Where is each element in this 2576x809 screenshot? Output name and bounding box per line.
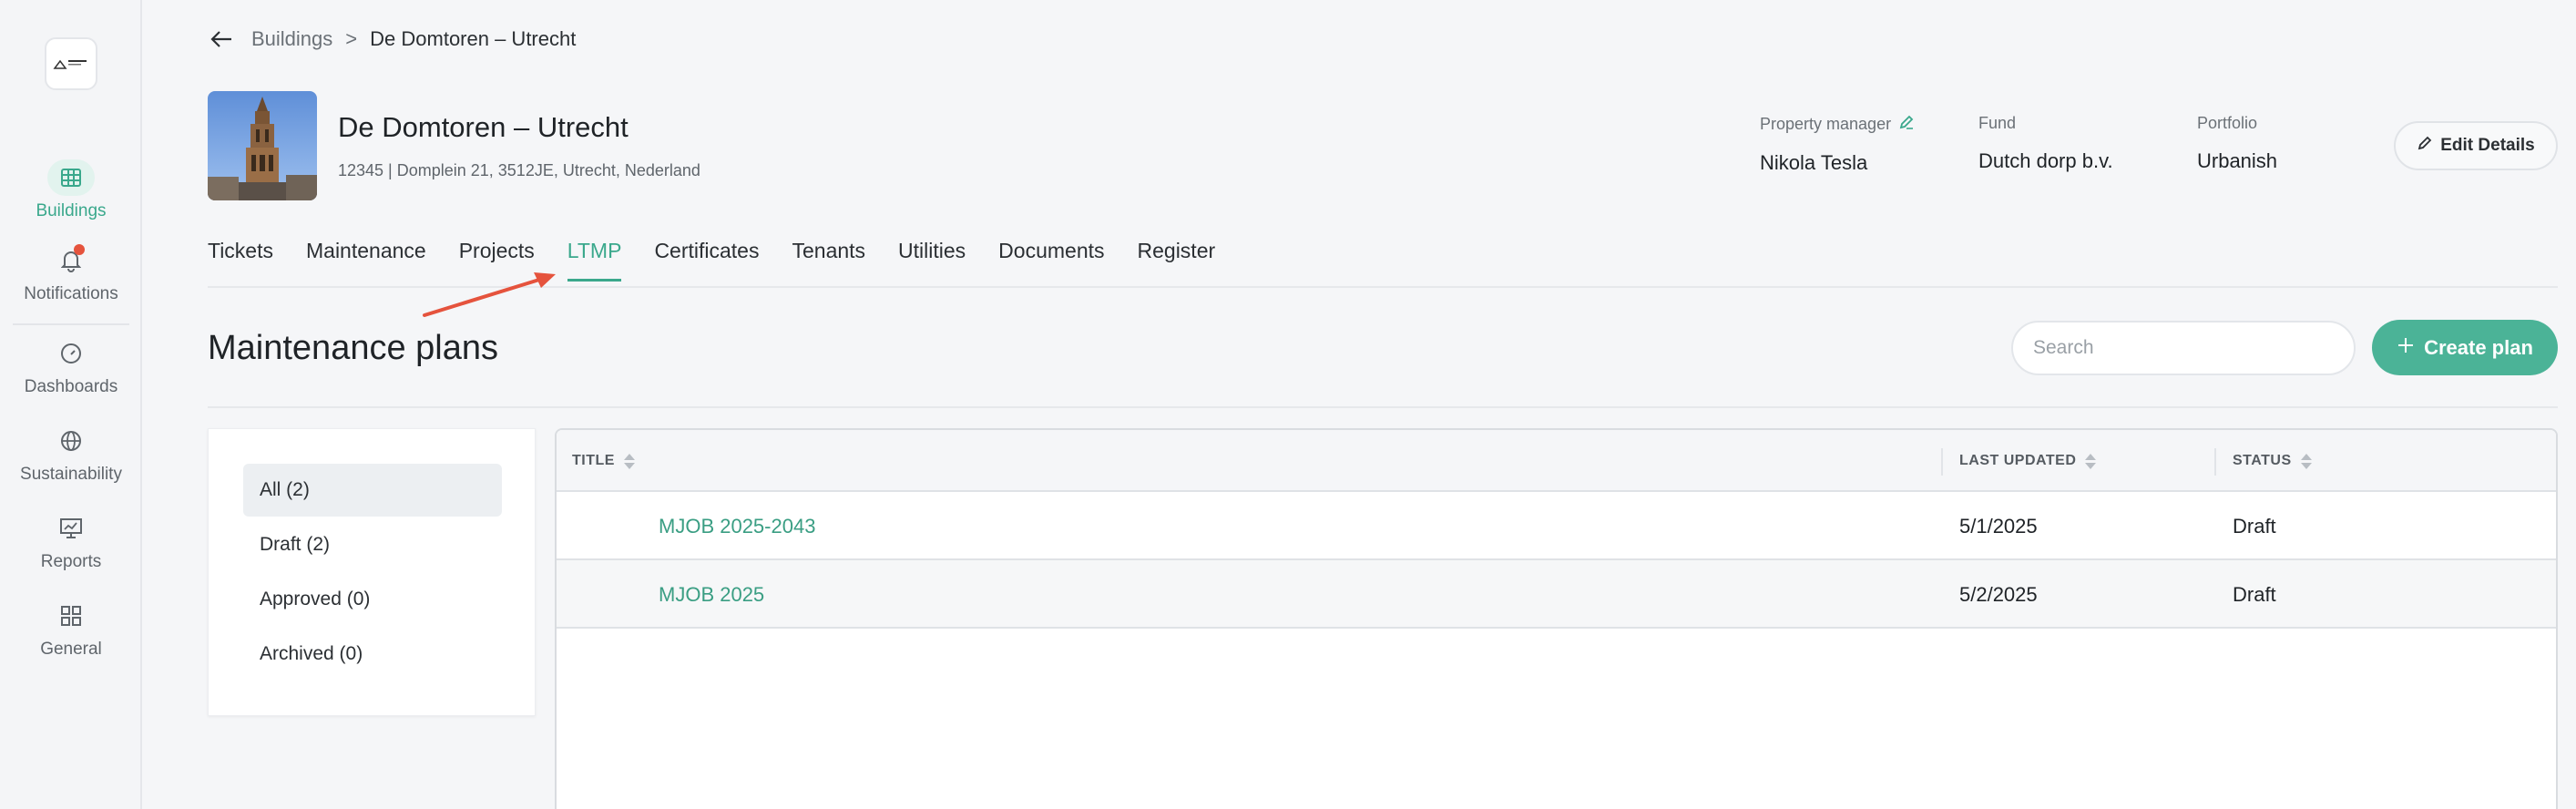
column-header-last-updated[interactable]: LAST UPDATED bbox=[1959, 430, 2097, 492]
plan-last-updated: 5/2/2025 bbox=[1959, 582, 2038, 606]
annotation-arrow-icon bbox=[423, 272, 556, 317]
plus-icon bbox=[2397, 336, 2415, 360]
tab-register[interactable]: Register bbox=[1138, 239, 1216, 282]
table-row[interactable]: MJOB 2025-2043 5/1/2025 Draft bbox=[557, 492, 2556, 560]
plan-status: Draft bbox=[2233, 514, 2276, 538]
column-header-title[interactable]: TITLE bbox=[572, 430, 635, 492]
tab-maintenance[interactable]: Maintenance bbox=[306, 239, 426, 282]
tab-documents[interactable]: Documents bbox=[998, 239, 1104, 282]
sort-icon bbox=[2085, 453, 2097, 469]
sidebar-item-label: Sustainability bbox=[20, 465, 122, 484]
sidebar: Buildings Notifications Dashboards Susta… bbox=[0, 0, 142, 809]
building-tabs: Tickets Maintenance Projects LTMP Certif… bbox=[208, 239, 1248, 282]
sidebar-item-label: Reports bbox=[40, 552, 102, 571]
property-manager-value: Nikola Tesla bbox=[1760, 151, 1868, 174]
plan-title-link[interactable]: MJOB 2025 bbox=[659, 560, 764, 629]
column-header-status[interactable]: STATUS bbox=[2233, 430, 2312, 492]
section-divider bbox=[208, 406, 2558, 408]
table-row[interactable]: MJOB 2025 5/2/2025 Draft bbox=[557, 560, 2556, 629]
bell-icon bbox=[47, 242, 95, 279]
portfolio-label: Portfolio bbox=[2197, 114, 2258, 132]
sidebar-item-dashboards[interactable]: Dashboards bbox=[0, 335, 142, 397]
sidebar-item-notifications[interactable]: Notifications bbox=[0, 242, 142, 304]
pencil-icon bbox=[2417, 135, 2433, 157]
sidebar-item-label: Buildings bbox=[36, 201, 107, 220]
create-plan-label: Create plan bbox=[2424, 335, 2533, 359]
plan-status: Draft bbox=[2233, 582, 2276, 606]
tab-ltmp[interactable]: LTMP bbox=[567, 239, 621, 282]
tab-tickets[interactable]: Tickets bbox=[208, 239, 273, 282]
fund-value: Dutch dorp b.v. bbox=[1978, 149, 2113, 172]
property-manager-field: Property manager Nikola Tesla bbox=[1760, 114, 1915, 175]
sidebar-item-sustainability[interactable]: Sustainability bbox=[0, 423, 142, 485]
building-image bbox=[208, 91, 317, 200]
fund-label: Fund bbox=[1978, 114, 2017, 132]
tab-utilities[interactable]: Utilities bbox=[898, 239, 966, 282]
filter-all[interactable]: All (2) bbox=[243, 464, 502, 517]
back-arrow-icon[interactable] bbox=[208, 26, 235, 53]
tab-tenants[interactable]: Tenants bbox=[792, 239, 865, 282]
search-input[interactable] bbox=[2011, 321, 2356, 375]
sidebar-item-buildings[interactable]: Buildings bbox=[0, 159, 142, 221]
breadcrumb-separator: > bbox=[345, 27, 358, 50]
column-label: LAST UPDATED bbox=[1959, 453, 2077, 468]
column-label: STATUS bbox=[2233, 453, 2292, 468]
portfolio-value: Urbanish bbox=[2197, 149, 2278, 172]
edit-details-button[interactable]: Edit Details bbox=[2394, 121, 2558, 170]
portfolio-field: Portfolio Urbanish bbox=[2197, 114, 2277, 173]
breadcrumb-current: De Domtoren – Utrecht bbox=[370, 27, 577, 50]
breadcrumb: Buildings > De Domtoren – Utrecht bbox=[208, 26, 576, 53]
presentation-icon bbox=[47, 510, 95, 547]
tab-certificates[interactable]: Certificates bbox=[654, 239, 759, 282]
pencil-icon[interactable] bbox=[1898, 114, 1915, 135]
column-divider[interactable] bbox=[2214, 448, 2216, 476]
status-filter-panel: All (2) Draft (2) Approved (0) Archived … bbox=[208, 428, 536, 716]
column-divider[interactable] bbox=[1941, 448, 1943, 476]
sidebar-item-label: General bbox=[40, 640, 102, 659]
table-header: TITLE LAST UPDATED STATUS bbox=[557, 430, 2556, 492]
sidebar-item-label: Dashboards bbox=[24, 377, 118, 396]
filter-archived[interactable]: Archived (0) bbox=[243, 628, 502, 681]
section-title: Maintenance plans bbox=[208, 329, 498, 367]
plan-last-updated: 5/1/2025 bbox=[1959, 514, 2038, 538]
gauge-icon bbox=[47, 335, 95, 372]
plan-title-link[interactable]: MJOB 2025-2043 bbox=[659, 492, 815, 560]
property-manager-label: Property manager bbox=[1760, 115, 1892, 133]
app-logo[interactable] bbox=[45, 37, 97, 90]
grid-icon bbox=[47, 159, 95, 196]
filter-approved[interactable]: Approved (0) bbox=[243, 573, 502, 626]
column-label: TITLE bbox=[572, 453, 615, 468]
building-title: De Domtoren – Utrecht bbox=[338, 111, 629, 143]
sidebar-item-reports[interactable]: Reports bbox=[0, 510, 142, 572]
filter-draft[interactable]: Draft (2) bbox=[243, 518, 502, 571]
sidebar-item-general[interactable]: General bbox=[0, 598, 142, 660]
logo-icon bbox=[53, 59, 87, 69]
edit-details-label: Edit Details bbox=[2440, 136, 2535, 155]
sort-icon bbox=[623, 453, 635, 469]
sidebar-divider bbox=[13, 323, 129, 325]
breadcrumb-parent[interactable]: Buildings bbox=[251, 27, 332, 51]
sort-icon bbox=[2300, 453, 2312, 469]
building-address: 12345 | Domplein 21, 3512JE, Utrecht, Ne… bbox=[338, 161, 700, 179]
sidebar-item-label: Notifications bbox=[24, 284, 118, 303]
maintenance-plans-table: TITLE LAST UPDATED STATUS MJOB 2025-2043… bbox=[555, 428, 2558, 809]
notification-badge bbox=[74, 244, 85, 255]
globe-icon bbox=[47, 423, 95, 459]
fund-field: Fund Dutch dorp b.v. bbox=[1978, 114, 2113, 173]
create-plan-button[interactable]: Create plan bbox=[2372, 320, 2558, 375]
apps-icon bbox=[47, 598, 95, 634]
